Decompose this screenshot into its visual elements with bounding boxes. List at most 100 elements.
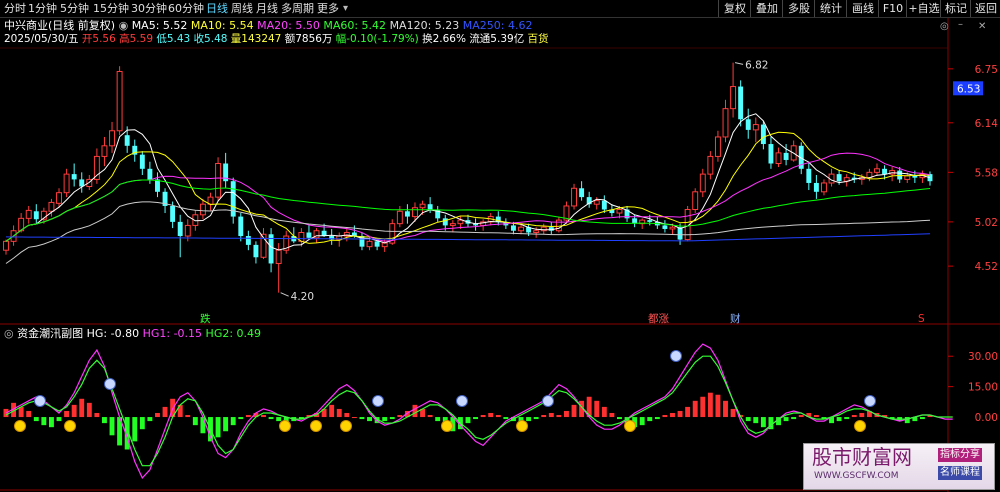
candle-body [579,188,585,198]
minimize-icon: – [958,19,963,30]
worried-face-icon [34,395,46,407]
candle-body [33,211,39,220]
indicator-bar [71,404,77,418]
watermark-brand: 股市财富网 [812,445,912,469]
candle-body [93,155,100,180]
indicator-bar [654,417,660,420]
watermark-tag2[interactable]: 名师课程 [938,466,982,480]
candle-body [699,173,706,193]
indicator-bar [397,415,403,418]
indicator-bar [465,417,471,424]
candle-body [806,168,812,183]
indicator-bar [601,406,607,418]
indicator-bar [26,410,32,418]
indicator-bar [94,412,100,418]
indicator-hg1: HG1: -0.15 [142,327,206,340]
indicator-settings-icon: ◎ [4,327,18,340]
indicator-bar [480,415,486,418]
close-icon: ✕ [978,21,987,32]
indicator-bar [639,417,645,426]
indicator-bar [662,415,668,418]
indicator-bar [359,417,365,420]
candle-body [109,130,115,147]
indicator-bar [526,417,532,422]
candle-body [836,174,842,182]
indicator-bar [670,412,675,418]
candle-body [366,240,373,248]
indicator-title: 资金潮汛副图 [17,327,87,340]
candle-body [775,152,782,164]
indicator-bar [791,417,797,420]
indicator-bar [488,412,494,418]
indicator-bar [813,415,819,418]
indicator-hg: HG: -0.80 [86,327,143,340]
high-label: 6.82 [745,59,768,71]
candle-body [571,187,577,207]
happy-face-icon [279,420,291,432]
candle-body [510,225,516,231]
watermark-url: WWW.GSCFW.COM [814,471,899,481]
candle-body [215,163,222,198]
candle-body [813,182,819,192]
candle-body [147,168,153,180]
indicator-bar [541,415,547,418]
candle-body [601,200,607,210]
candle-body [616,209,623,214]
indicator-bar [230,417,236,426]
candle-body [245,236,251,245]
indicator-bar [215,417,221,438]
indicator-bar [64,410,70,418]
candle-body [48,201,55,212]
candle-body [714,136,721,157]
candle-body [662,225,668,229]
indicator-bar [503,417,509,420]
candle-body [647,220,653,222]
candle-body [381,242,388,248]
low-label: 4.20 [291,291,314,303]
indicator-bar [730,408,736,418]
indicator-bar [798,415,804,418]
candle-body [101,145,108,157]
indicator-bar [139,417,145,430]
indicator-bar [745,417,751,422]
indicator-bar [155,412,160,418]
indicator-bar [147,417,153,422]
candle-body [533,230,540,234]
happy-face-icon [64,420,76,432]
indicator-header: ◎ 资金潮汛副图 HG: -0.80 HG1: -0.15 HG2: 0.49 [4,327,261,340]
candle-body [912,175,918,178]
indicator-bar [200,417,206,434]
candle-body [783,152,789,160]
candle-body [738,86,744,120]
price-tick-label: 6.75 [975,64,998,76]
candle-body [238,216,244,237]
candle-body [518,226,524,232]
low-pointer [280,292,289,297]
candle-body [821,182,827,193]
indicator-bar [276,417,282,422]
indicator-bar [41,417,47,426]
ma120-line [5,201,931,264]
candle-body [442,218,448,226]
event-marker: S [918,313,925,325]
indicator-bar [33,417,39,422]
worried-face-icon [104,378,116,390]
indicator-bar [859,412,865,418]
indicator-bar [351,417,357,419]
indicator-bar [223,417,229,432]
indicator-bar [700,396,706,418]
indicator-bar [101,417,107,424]
price-tick-label: 5.58 [975,167,998,179]
indicator-bar [389,417,395,420]
candle-body [449,223,456,226]
worried-face-icon [864,395,876,407]
watermark-tag1[interactable]: 指标分享 [938,448,982,462]
indicator-bar [48,417,54,428]
ma250-line [5,233,931,242]
kline-chart[interactable]: 6.75 6.14 5.58 5.02 4.52 6.53 6.82 4.20 跌 都涨 财 S 30.… [0,0,1000,492]
indicator-bar [268,417,274,420]
candle-body [199,203,206,216]
watermark: 股市财富网 WWW.GSCFW.COM 指标分享 名师课程 [803,443,995,490]
indicator-bar [844,417,850,420]
happy-face-icon [516,420,528,432]
